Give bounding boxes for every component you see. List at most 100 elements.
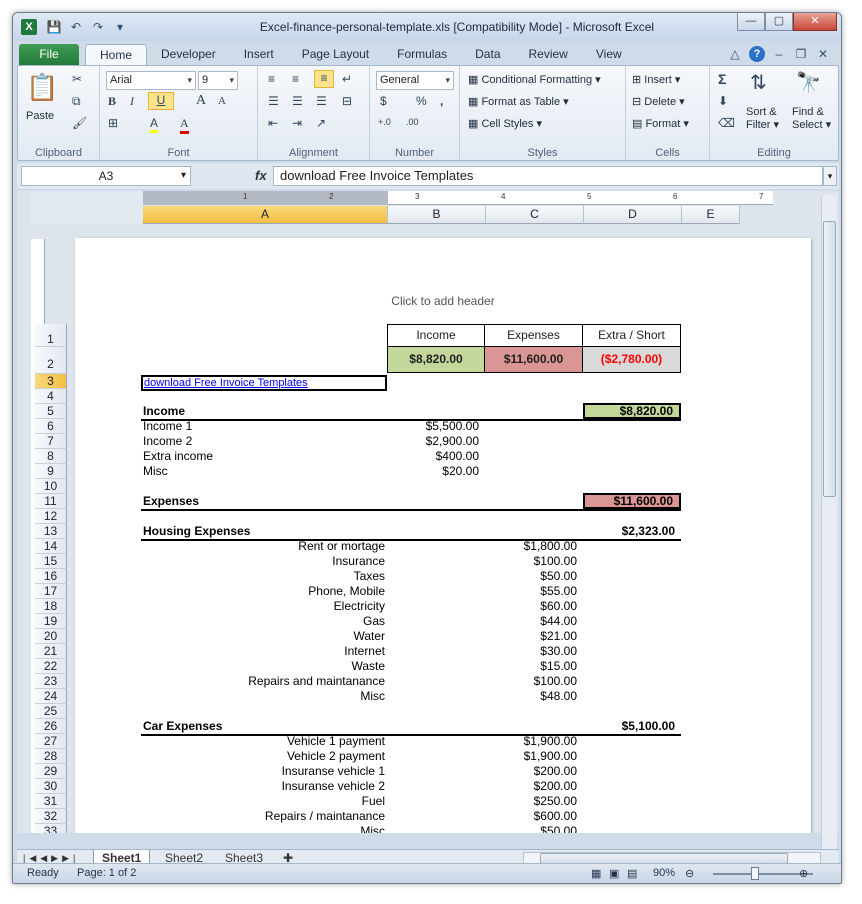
insert-function-icon[interactable]: fx [255, 168, 267, 183]
orientation-icon[interactable]: ↗ [316, 116, 326, 130]
tab-formulas[interactable]: Formulas [383, 44, 461, 65]
italic-button[interactable]: I [130, 94, 134, 109]
row-header-30[interactable]: 30 [35, 779, 67, 794]
cell-label[interactable]: Expenses [143, 494, 383, 509]
summary-expenses-value[interactable]: $11,600.00 [484, 346, 583, 373]
cell-amount[interactable]: $48.00 [485, 689, 577, 704]
row-header-13[interactable]: 13 [35, 524, 67, 539]
cell-label[interactable]: Insuranse vehicle 1 [143, 764, 385, 779]
cell-label[interactable]: Misc [143, 824, 385, 833]
paste-icon[interactable]: 📋 [26, 72, 58, 106]
tab-data[interactable]: Data [461, 44, 514, 65]
align-left-icon[interactable]: ☰ [268, 94, 279, 108]
comma-button[interactable]: , [440, 94, 443, 108]
row-header-16[interactable]: 16 [35, 569, 67, 584]
cell-styles-button[interactable]: ▦ Cell Styles ▾ [468, 117, 542, 130]
cell-amount[interactable]: $44.00 [485, 614, 577, 629]
cell-amount[interactable]: $250.00 [485, 794, 577, 809]
row-header-1[interactable]: 1 [35, 324, 67, 347]
row-header-6[interactable]: 6 [35, 419, 67, 434]
row-header-4[interactable]: 4 [35, 389, 67, 404]
cell-amount[interactable]: $21.00 [485, 629, 577, 644]
zoom-slider-knob[interactable] [751, 867, 759, 880]
help-icon[interactable]: ? [749, 46, 765, 62]
cell-amount[interactable]: $100.00 [485, 674, 577, 689]
font-size-combo[interactable]: 9 [198, 71, 238, 90]
row-header-3[interactable]: 3 [35, 374, 67, 389]
decrease-decimal-button[interactable]: .00 [406, 117, 419, 127]
format-painter-icon[interactable]: 🖌 [72, 116, 87, 130]
cell-amount[interactable]: $5,500.00 [387, 419, 479, 434]
summary-header-expenses[interactable]: Expenses [484, 324, 583, 347]
cell-amount[interactable]: $1,800.00 [485, 539, 577, 554]
row-header-28[interactable]: 28 [35, 749, 67, 764]
align-top-icon[interactable]: ≡ [268, 72, 275, 86]
cell-total[interactable]: $2,323.00 [583, 524, 681, 539]
zoom-slider-track[interactable] [713, 873, 813, 875]
delete-cells-button[interactable]: ⊟ Delete ▾ [632, 95, 685, 108]
merge-center-icon[interactable]: ⊟ [342, 94, 352, 108]
cell-amount[interactable]: $30.00 [485, 644, 577, 659]
shrink-font-button[interactable]: A [218, 95, 226, 107]
borders-icon[interactable]: ⊞ [108, 116, 118, 130]
column-header-E[interactable]: E [682, 206, 740, 224]
align-center-icon[interactable]: ☰ [292, 94, 303, 108]
close-button[interactable]: ✕ [793, 13, 837, 31]
row-header-22[interactable]: 22 [35, 659, 67, 674]
column-header-B[interactable]: B [388, 206, 486, 224]
row-header-17[interactable]: 17 [35, 584, 67, 599]
summary-header-short[interactable]: Extra / Short [582, 324, 681, 347]
doc-restore-icon[interactable]: ❐ [793, 46, 809, 62]
cell-amount[interactable]: $15.00 [485, 659, 577, 674]
row-header-14[interactable]: 14 [35, 539, 67, 554]
cell-total[interactable]: $11,600.00 [583, 493, 681, 509]
cell-amount[interactable]: $50.00 [485, 824, 577, 833]
page-break-view-icon[interactable]: ▤ [627, 867, 637, 880]
increase-indent-icon[interactable]: ⇥ [292, 116, 302, 130]
column-header-A[interactable]: A [143, 206, 388, 224]
cell-label[interactable]: Income 1 [143, 419, 383, 434]
cell-amount[interactable]: $55.00 [485, 584, 577, 599]
doc-close-icon[interactable]: ✕ [815, 46, 831, 62]
tab-developer[interactable]: Developer [147, 44, 230, 65]
number-format-combo[interactable]: General [376, 71, 454, 90]
row-header-11[interactable]: 11 [35, 494, 67, 509]
paste-button[interactable]: Paste [26, 110, 54, 122]
zoom-in-icon[interactable]: ⊕ [799, 867, 808, 880]
copy-icon[interactable]: ⧉ [72, 94, 81, 109]
cell-amount[interactable]: $600.00 [485, 809, 577, 824]
select-all-corner[interactable] [31, 191, 143, 224]
cell-amount[interactable]: $50.00 [485, 569, 577, 584]
cell-amount[interactable]: $1,900.00 [485, 749, 577, 764]
cell-total[interactable]: $8,820.00 [583, 403, 681, 419]
fill-color-icon[interactable]: A [150, 116, 159, 133]
tab-file[interactable]: File [19, 44, 79, 65]
cell-label[interactable]: Repairs / maintanance [143, 809, 385, 824]
zoom-out-icon[interactable]: ⊖ [685, 867, 694, 880]
doc-minimize-icon[interactable]: – [771, 46, 787, 62]
underline-button[interactable]: U [148, 92, 174, 110]
tab-page-layout[interactable]: Page Layout [288, 44, 383, 65]
row-header-23[interactable]: 23 [35, 674, 67, 689]
cell-label[interactable]: Income [143, 404, 383, 419]
invoice-templates-link[interactable]: download Free Invoice Templates [141, 375, 387, 391]
cell-amount[interactable]: $1,900.00 [485, 734, 577, 749]
summary-header-income[interactable]: Income [387, 324, 485, 347]
cut-icon[interactable]: ✂ [72, 72, 82, 86]
tab-review[interactable]: Review [515, 44, 582, 65]
row-header-27[interactable]: 27 [35, 734, 67, 749]
bold-button[interactable]: B [108, 94, 116, 109]
row-header-12[interactable]: 12 [35, 509, 67, 524]
cell-label[interactable]: Fuel [143, 794, 385, 809]
row-header-7[interactable]: 7 [35, 434, 67, 449]
minimize-ribbon-icon[interactable]: △ [727, 46, 743, 62]
decrease-indent-icon[interactable]: ⇤ [268, 116, 278, 130]
expand-formula-bar-icon[interactable]: ▾ [823, 166, 837, 186]
cell-amount[interactable]: $2,900.00 [387, 434, 479, 449]
vertical-scroll-thumb[interactable] [823, 221, 836, 497]
page-layout-view-icon[interactable]: ▣ [609, 867, 619, 880]
zoom-level[interactable]: 90% [653, 867, 675, 879]
cell-label[interactable]: Income 2 [143, 434, 383, 449]
summary-short-value[interactable]: ($2,780.00) [582, 346, 681, 373]
cell-label[interactable]: Car Expenses [143, 719, 383, 734]
